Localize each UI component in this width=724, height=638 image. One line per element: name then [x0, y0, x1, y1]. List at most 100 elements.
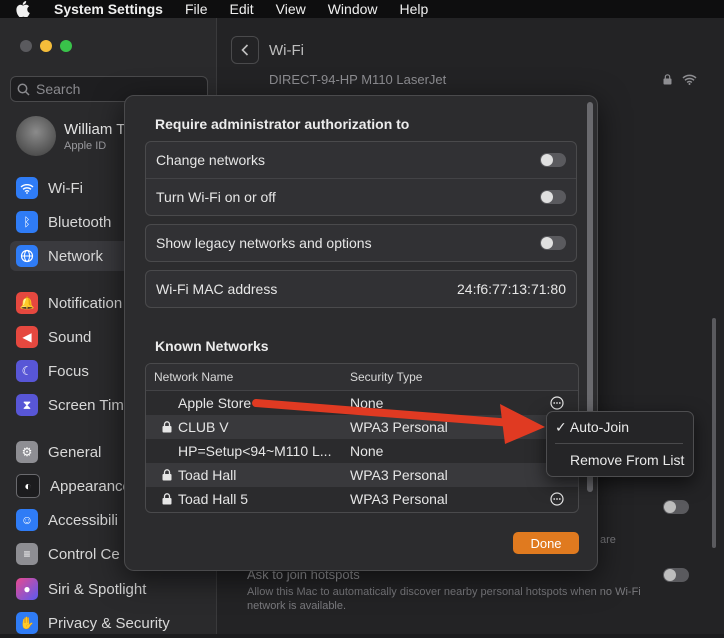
wifi-icon: [16, 177, 38, 199]
table-header: Network Name Security Type: [146, 364, 578, 391]
bluetooth-icon: ᛒ: [16, 211, 38, 233]
menu-bar: System Settings File Edit View Window He…: [0, 0, 724, 18]
change-networks-toggle[interactable]: [540, 153, 566, 167]
sidebar-item-label: Screen Tim: [48, 396, 124, 414]
checkmark-icon: ✓: [555, 419, 567, 435]
apple-id-account[interactable]: William T Apple ID: [16, 116, 125, 156]
siri-icon: ●: [16, 578, 38, 600]
table-row[interactable]: Toad Hall 5 WPA3 Personal: [146, 487, 578, 511]
menu-separator: [555, 443, 683, 444]
menu-item-remove-from-list[interactable]: Remove From List: [570, 452, 684, 468]
legacy-settings-group: Show legacy networks and options: [145, 224, 577, 262]
partial-description: are: [600, 534, 616, 546]
hourglass-icon: ⧗: [16, 394, 38, 416]
more-options-button[interactable]: [550, 492, 564, 509]
hotspot-description: Allow this Mac to automatically discover…: [247, 586, 641, 612]
mac-address-value: 24:f6:77:13:71:80: [457, 281, 566, 297]
lock-icon: [162, 469, 172, 481]
sidebar-item-label: Wi-Fi: [48, 179, 83, 197]
moon-icon: ☾: [16, 360, 38, 382]
sidebar-item-label: Appearance: [50, 477, 131, 495]
table-row[interactable]: Apple Store None: [146, 391, 578, 415]
hand-icon: ✋: [16, 612, 38, 634]
chevron-left-icon: [241, 44, 249, 56]
accessibility-icon: ☺: [16, 509, 38, 531]
menu-item-label: Remove From List: [570, 452, 685, 468]
sidebar-item-label: Focus: [48, 362, 89, 380]
lock-icon: [162, 421, 172, 433]
turn-wifi-toggle[interactable]: [540, 190, 566, 204]
row-label: Change networks: [156, 152, 265, 168]
network-name: HP=Setup<94~M110 L...: [178, 443, 332, 459]
security-type: WPA3 Personal: [350, 467, 448, 483]
table-row[interactable]: CLUB V WPA3 Personal: [146, 415, 578, 439]
page-title: Wi-Fi: [269, 41, 304, 59]
menu-help[interactable]: Help: [400, 1, 429, 17]
mac-address-group: Wi-Fi MAC address 24:f6:77:13:71:80: [145, 270, 577, 308]
table-row[interactable]: HP=Setup<94~M110 L... None: [146, 439, 578, 463]
security-type: WPA3 Personal: [350, 419, 448, 435]
minimize-window-button[interactable]: [40, 40, 52, 52]
mac-address-row: Wi-Fi MAC address 24:f6:77:13:71:80: [146, 271, 576, 307]
pane-scrollbar[interactable]: [712, 318, 716, 548]
column-header-name[interactable]: Network Name: [146, 370, 350, 384]
menu-window[interactable]: Window: [328, 1, 378, 17]
menu-view[interactable]: View: [276, 1, 306, 17]
column-header-security[interactable]: Security Type: [350, 370, 578, 384]
ellipsis-circle-icon: [550, 492, 564, 506]
close-window-button[interactable]: [20, 40, 32, 52]
menu-edit[interactable]: Edit: [230, 1, 254, 17]
account-subtitle: Apple ID: [64, 139, 107, 152]
row-label: Show legacy networks and options: [156, 235, 372, 251]
network-name: Toad Hall 5: [178, 491, 249, 507]
speaker-icon: ◀︎: [16, 326, 38, 348]
menu-file[interactable]: File: [185, 1, 208, 17]
appearance-icon: ◐: [16, 474, 40, 498]
sidebar-item-label: Siri & Spotlight: [48, 580, 147, 598]
account-name: William T: [64, 120, 126, 138]
done-button[interactable]: Done: [513, 532, 579, 554]
legacy-networks-toggle[interactable]: [540, 236, 566, 250]
menu-app-name[interactable]: System Settings: [54, 1, 163, 17]
sidebar-item-label: Accessibili: [48, 511, 119, 529]
search-placeholder: Search: [36, 81, 81, 97]
ellipsis-circle-icon: [550, 396, 564, 410]
row-label: Turn Wi-Fi on or off: [156, 189, 276, 205]
window-controls: [20, 40, 72, 52]
wifi-signal-icon: [682, 74, 697, 85]
security-type: WPA3 Personal: [350, 491, 448, 507]
admin-settings-group: Change networks Turn Wi-Fi on or off: [145, 141, 577, 216]
avatar: [16, 116, 56, 156]
security-type: None: [350, 443, 384, 459]
row-label: Wi-Fi MAC address: [156, 281, 278, 297]
menu-item-label: Auto-Join: [569, 419, 630, 435]
sidebar-item-label: General: [48, 443, 102, 461]
lock-icon: [162, 493, 172, 505]
wifi-details-dialog: Require administrator authorization to C…: [124, 95, 598, 571]
sidebar-item-label: Notification: [48, 294, 123, 312]
zoom-window-button[interactable]: [60, 40, 72, 52]
security-type: None: [350, 395, 384, 411]
lock-icon: [663, 73, 672, 84]
network-name: DIRECT-94-HP M110 LaserJet: [269, 71, 447, 87]
network-name: CLUB V: [178, 419, 229, 435]
network-name: Apple Store: [178, 395, 252, 411]
known-networks-table: Network Name Security Type Apple Store N…: [145, 363, 579, 513]
background-toggle[interactable]: [663, 500, 689, 514]
sidebar-item-label: Control Ce: [48, 545, 120, 563]
gear-icon: ⚙: [16, 441, 38, 463]
menu-item-auto-join[interactable]: ✓ Auto-Join: [555, 419, 629, 436]
bell-icon: 🔔: [16, 292, 38, 314]
sidebar-item-label: Sound: [48, 328, 92, 346]
admin-section-title: Require administrator authorization to: [155, 116, 410, 132]
change-networks-row: Change networks: [146, 142, 576, 178]
apple-menu-icon[interactable]: [14, 1, 32, 17]
network-name: Toad Hall: [178, 467, 237, 483]
hotspot-toggle[interactable]: [663, 568, 689, 582]
search-icon: [17, 83, 30, 96]
list-item[interactable]: DIRECT-94-HP M110 LaserJet: [247, 60, 697, 98]
sidebar-item-label: Network: [48, 247, 104, 265]
sidebar-item-siri-spotlight[interactable]: ● Siri & Spotlight: [10, 574, 210, 604]
network-context-menu: ✓ Auto-Join Remove From List: [546, 411, 694, 477]
table-row[interactable]: Toad Hall WPA3 Personal: [146, 463, 578, 487]
